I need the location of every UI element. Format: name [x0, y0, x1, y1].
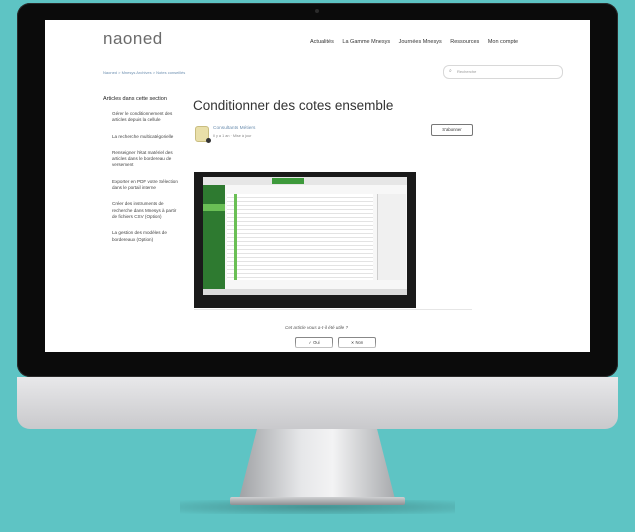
main-nav: Actualités La Gamme Mnesys Journées Mnes… — [303, 39, 518, 45]
site-header: naoned Actualités La Gamme Mnesys Journé… — [45, 20, 590, 66]
monitor-stand-base — [230, 497, 405, 505]
screenshot-sidebar — [203, 185, 225, 289]
sidebar-item[interactable]: Gérer le conditionnement des articles de… — [103, 111, 181, 124]
divider — [194, 309, 472, 310]
site-logo[interactable]: naoned — [103, 29, 163, 49]
breadcrumb[interactable]: Naoned > Mnesys Archives > Notes conseil… — [103, 70, 185, 75]
sidebar-item[interactable]: La gestion des modèles de bordereaux (Op… — [103, 230, 181, 243]
search-input[interactable]: ⌕ Recherche — [443, 65, 563, 79]
nav-item-gamme[interactable]: La Gamme Mnesys — [342, 39, 390, 45]
screenshot-toolbar — [203, 177, 407, 185]
screen-fade — [45, 342, 590, 352]
screenshot-footer — [203, 289, 407, 295]
screenshot-table — [227, 194, 373, 280]
screenshot-sidebar-highlight — [203, 204, 225, 211]
nav-item-actualites[interactable]: Actualités — [310, 39, 334, 45]
screenshot-active-tab — [272, 178, 304, 184]
search-icon: ⌕ — [449, 68, 452, 74]
feedback-question: Cet article vous a-t-il été utile ? — [285, 325, 349, 330]
sidebar-title: Articles dans cette section — [103, 96, 167, 102]
article-title: Conditionner des cotes ensemble — [193, 98, 394, 113]
screenshot-status-column — [234, 194, 237, 280]
article-screenshot — [194, 172, 416, 308]
sidebar-item[interactable]: Créer des instruments de recherche dans … — [103, 201, 181, 220]
monitor-chin — [17, 377, 618, 429]
follow-button[interactable]: S'abonner — [431, 124, 473, 136]
nav-item-ressources[interactable]: Ressources — [450, 39, 479, 45]
sidebar-item[interactable]: Renseigner l'état matériel des articles … — [103, 150, 181, 169]
camera-icon — [315, 9, 319, 13]
author-name[interactable]: Consultants Métiers — [213, 126, 255, 131]
article-meta: Il y a 1 an · Mise à jour — [213, 134, 252, 138]
sidebar-item[interactable]: Exporter en PDF votre Sélection dans le … — [103, 179, 181, 192]
nav-item-mon-compte[interactable]: Mon compte — [488, 39, 518, 45]
nav-item-journees[interactable]: Journées Mnesys — [399, 39, 442, 45]
monitor-stand — [238, 429, 396, 503]
sidebar-item[interactable]: La recherche multicatégorielle — [103, 134, 181, 140]
screen: naoned Actualités La Gamme Mnesys Journé… — [45, 20, 590, 352]
section-sidebar: Articles dans cette section Gérer le con… — [103, 96, 181, 253]
search-placeholder: Recherche — [457, 69, 477, 74]
screenshot-side-panel — [377, 194, 406, 280]
author-avatar — [195, 126, 211, 143]
